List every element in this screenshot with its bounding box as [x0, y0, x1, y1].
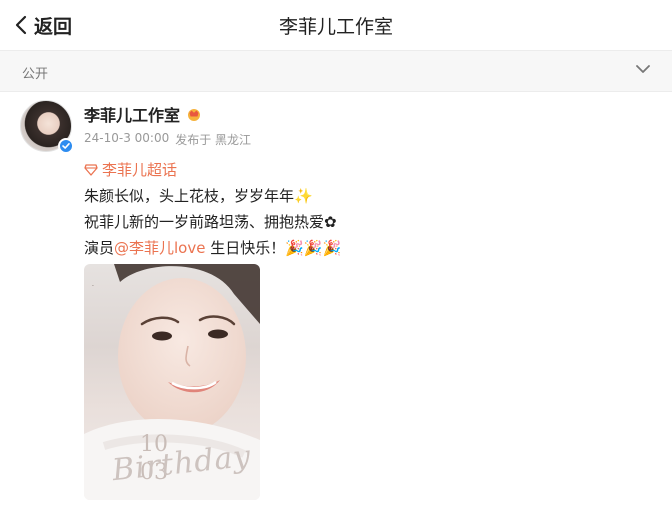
post-meta: 24-10-3 00:00 发布于 黑龙江	[84, 131, 251, 148]
diamond-icon	[84, 164, 98, 176]
post-image[interactable]: · 10 03 Birthday	[84, 264, 260, 500]
author-name[interactable]: 李菲儿工作室	[84, 102, 180, 126]
topic-label[interactable]: 李菲儿超话	[102, 157, 177, 183]
post-line-2: 祝菲儿新的一岁前路坦荡、拥抱热爱✿	[84, 213, 337, 231]
top-bar: 返回 李菲儿工作室	[0, 0, 672, 51]
post-date[interactable]: 24-10-3 00:00	[84, 131, 169, 148]
post-line-1: 朱颜长似，头上花枝，岁岁年年✨	[84, 187, 313, 205]
svg-text:·: ·	[92, 283, 94, 290]
post-text: 李菲儿超话 朱颜长似，头上花枝，岁岁年年✨ 祝菲儿新的一岁前路坦荡、拥抱热爱✿ …	[84, 157, 341, 261]
post-source: 发布于 黑龙江	[175, 133, 252, 147]
line3-suffix: 生日快乐！🎉🎉🎉	[205, 239, 342, 257]
post-line-3: 演员@李菲儿love 生日快乐！🎉🎉🎉	[84, 235, 341, 261]
visibility-filter[interactable]: 公开	[0, 51, 672, 92]
page-title: 李菲儿工作室	[278, 16, 393, 38]
avatar[interactable]	[20, 100, 74, 154]
post-author[interactable]: 李菲儿工作室	[84, 102, 202, 126]
crown-icon	[188, 109, 201, 121]
chevron-down-icon[interactable]	[636, 64, 650, 74]
visibility-label: 公开	[22, 67, 49, 82]
mention-link[interactable]: @李菲儿love	[114, 239, 205, 257]
topic-link[interactable]: 李菲儿超话	[84, 157, 341, 183]
line3-prefix: 演员	[84, 239, 115, 257]
verified-badge-icon	[58, 138, 74, 154]
post-card: 李菲儿工作室 24-10-3 00:00 发布于 黑龙江 李菲儿超话 朱颜长似，…	[0, 92, 672, 517]
